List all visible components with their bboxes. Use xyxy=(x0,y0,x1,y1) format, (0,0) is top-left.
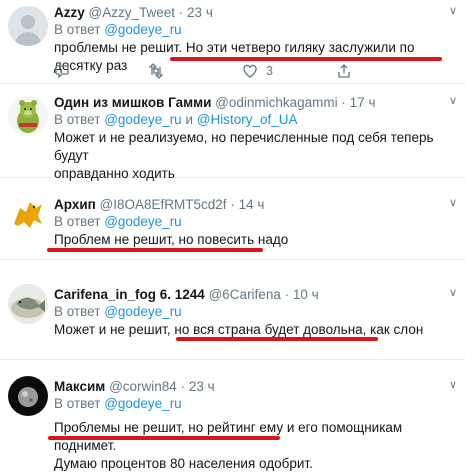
reply-to-link[interactable]: @godeye_ru xyxy=(104,214,182,229)
tweet[interactable]: Максим @corwin84 · 23 ч В ответ @godeye_… xyxy=(0,360,465,471)
tweet[interactable]: Один из мишков Гамми @odinmichkagammi · … xyxy=(0,84,465,181)
reply-to-link-2[interactable]: @History_of_UA xyxy=(197,112,298,127)
tweet[interactable]: Azzy @Azzy_Tweet · 23 ч В ответ @godeye_… xyxy=(0,0,465,84)
author-handle[interactable]: @6Carifena xyxy=(209,287,281,302)
chevron-down-icon[interactable]: ∨ xyxy=(449,378,457,391)
like-icon xyxy=(243,64,257,78)
separator-dot: · xyxy=(341,95,346,110)
tweet-text-line-2: Думаю процентов 80 населения одобрит. xyxy=(54,456,313,471)
reply-prefix: В ответ xyxy=(54,396,101,411)
reply-prefix: В ответ xyxy=(54,214,101,229)
like-button[interactable]: 3 xyxy=(242,62,273,80)
author-handle[interactable]: @I8OA8EfRMT5cd2f xyxy=(100,197,227,212)
separator-dot: · xyxy=(230,197,235,212)
tweet-header: Архип @I8OA8EfRMT5cd2f · 14 ч xyxy=(54,196,457,213)
highlight-underline xyxy=(176,337,378,341)
timestamp[interactable]: 23 ч xyxy=(189,379,215,394)
tweet-header: Carifena_in_fog 6. 1244 @6Carifena · 10 … xyxy=(54,286,457,303)
reply-prefix: В ответ xyxy=(54,112,101,127)
timestamp[interactable]: 14 ч xyxy=(239,197,265,212)
tweet-header: Azzy @Azzy_Tweet · 23 ч xyxy=(54,4,457,21)
tweet[interactable]: Carifena_in_fog 6. 1244 @6Carifena · 10 … xyxy=(0,260,465,360)
author-name[interactable]: Один из мишков Гамми xyxy=(54,95,211,110)
chevron-down-icon[interactable]: ∨ xyxy=(449,4,457,17)
tweet-header: Максим @corwin84 · 23 ч xyxy=(54,378,457,395)
reply-button[interactable] xyxy=(54,62,70,80)
reply-conjunction: и xyxy=(185,112,194,127)
avatar[interactable] xyxy=(8,376,48,416)
reply-to-link[interactable]: @godeye_ru xyxy=(104,22,182,37)
reply-prefix: В ответ xyxy=(54,304,101,319)
reply-to-link[interactable]: @godeye_ru xyxy=(104,112,182,127)
reply-to-link[interactable]: @godeye_ru xyxy=(104,396,182,411)
author-name[interactable]: Carifena_in_fog 6. 1244 xyxy=(54,287,205,302)
reply-context: В ответ @godeye_ru xyxy=(54,21,457,39)
author-name[interactable]: Максим xyxy=(54,379,105,394)
reply-context: В ответ @godeye_ru xyxy=(54,303,457,321)
avatar[interactable] xyxy=(8,194,48,234)
timestamp[interactable]: 10 ч xyxy=(293,287,319,302)
avatar[interactable] xyxy=(8,96,48,136)
avatar[interactable] xyxy=(8,6,48,46)
retweet-icon xyxy=(148,63,164,79)
highlight-underline xyxy=(170,57,442,61)
reply-context: В ответ @godeye_ru xyxy=(54,213,457,231)
share-icon xyxy=(338,64,350,78)
reply-context: В ответ @godeye_ru xyxy=(54,395,457,413)
tweet-text-line-1: Может и не реализуемо, но перечисленные … xyxy=(54,130,434,163)
author-name[interactable]: Azzy xyxy=(54,5,85,20)
author-name[interactable]: Архип xyxy=(54,197,96,212)
author-handle[interactable]: @odinmichkagammi xyxy=(215,95,338,110)
separator-dot: · xyxy=(284,287,290,302)
timestamp[interactable]: 17 ч xyxy=(350,95,376,110)
separator-dot: · xyxy=(180,379,186,394)
separator-dot: · xyxy=(178,5,184,20)
chevron-down-icon[interactable]: ∨ xyxy=(449,196,457,209)
share-button[interactable] xyxy=(336,62,352,80)
tweet-actions: 3 xyxy=(54,62,394,80)
author-handle[interactable]: @Azzy_Tweet xyxy=(89,5,175,20)
author-handle[interactable]: @corwin84 xyxy=(109,379,177,394)
like-count: 3 xyxy=(266,64,273,78)
retweet-button[interactable] xyxy=(148,62,164,80)
reply-to-link[interactable]: @godeye_ru xyxy=(104,304,182,319)
timestamp[interactable]: 23 ч xyxy=(187,5,213,20)
chevron-down-icon[interactable]: ∨ xyxy=(449,94,457,107)
tweet[interactable]: Архип @I8OA8EfRMT5cd2f · 14 ч В ответ @g… xyxy=(0,178,465,260)
tweet-text: Проблем не решит, но повесить надо xyxy=(54,232,289,247)
tweet-feed: Azzy @Azzy_Tweet · 23 ч В ответ @godeye_… xyxy=(0,0,465,471)
tweet-header: Один из мишков Гамми @odinmichkagammi · … xyxy=(54,94,457,111)
avatar[interactable] xyxy=(8,284,48,324)
reply-icon xyxy=(55,65,69,79)
reply-context: В ответ @godeye_ru и @History_of_UA xyxy=(54,111,457,129)
reply-prefix: В ответ xyxy=(54,22,101,37)
highlight-underline xyxy=(48,436,280,440)
highlight-underline xyxy=(47,248,263,252)
chevron-down-icon[interactable]: ∨ xyxy=(449,286,457,299)
